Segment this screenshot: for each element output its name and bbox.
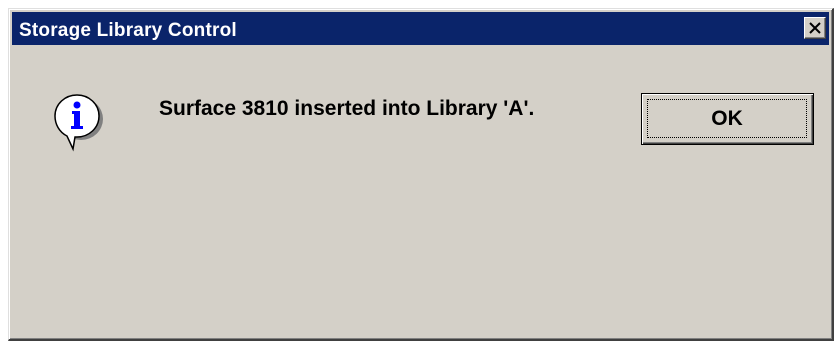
close-button[interactable] (804, 17, 826, 39)
dialog-message: Surface 3810 inserted into Library 'A'. (159, 97, 535, 120)
window-title: Storage Library Control (19, 20, 237, 41)
message-dialog: Storage Library Control Surface 3810 ins… (8, 8, 834, 341)
title-bar[interactable]: Storage Library Control (12, 12, 829, 45)
close-icon (809, 22, 821, 34)
focus-rectangle: OK (647, 99, 807, 138)
ok-button[interactable]: OK (641, 93, 814, 145)
info-icon (54, 94, 103, 152)
ok-button-label: OK (711, 106, 743, 130)
